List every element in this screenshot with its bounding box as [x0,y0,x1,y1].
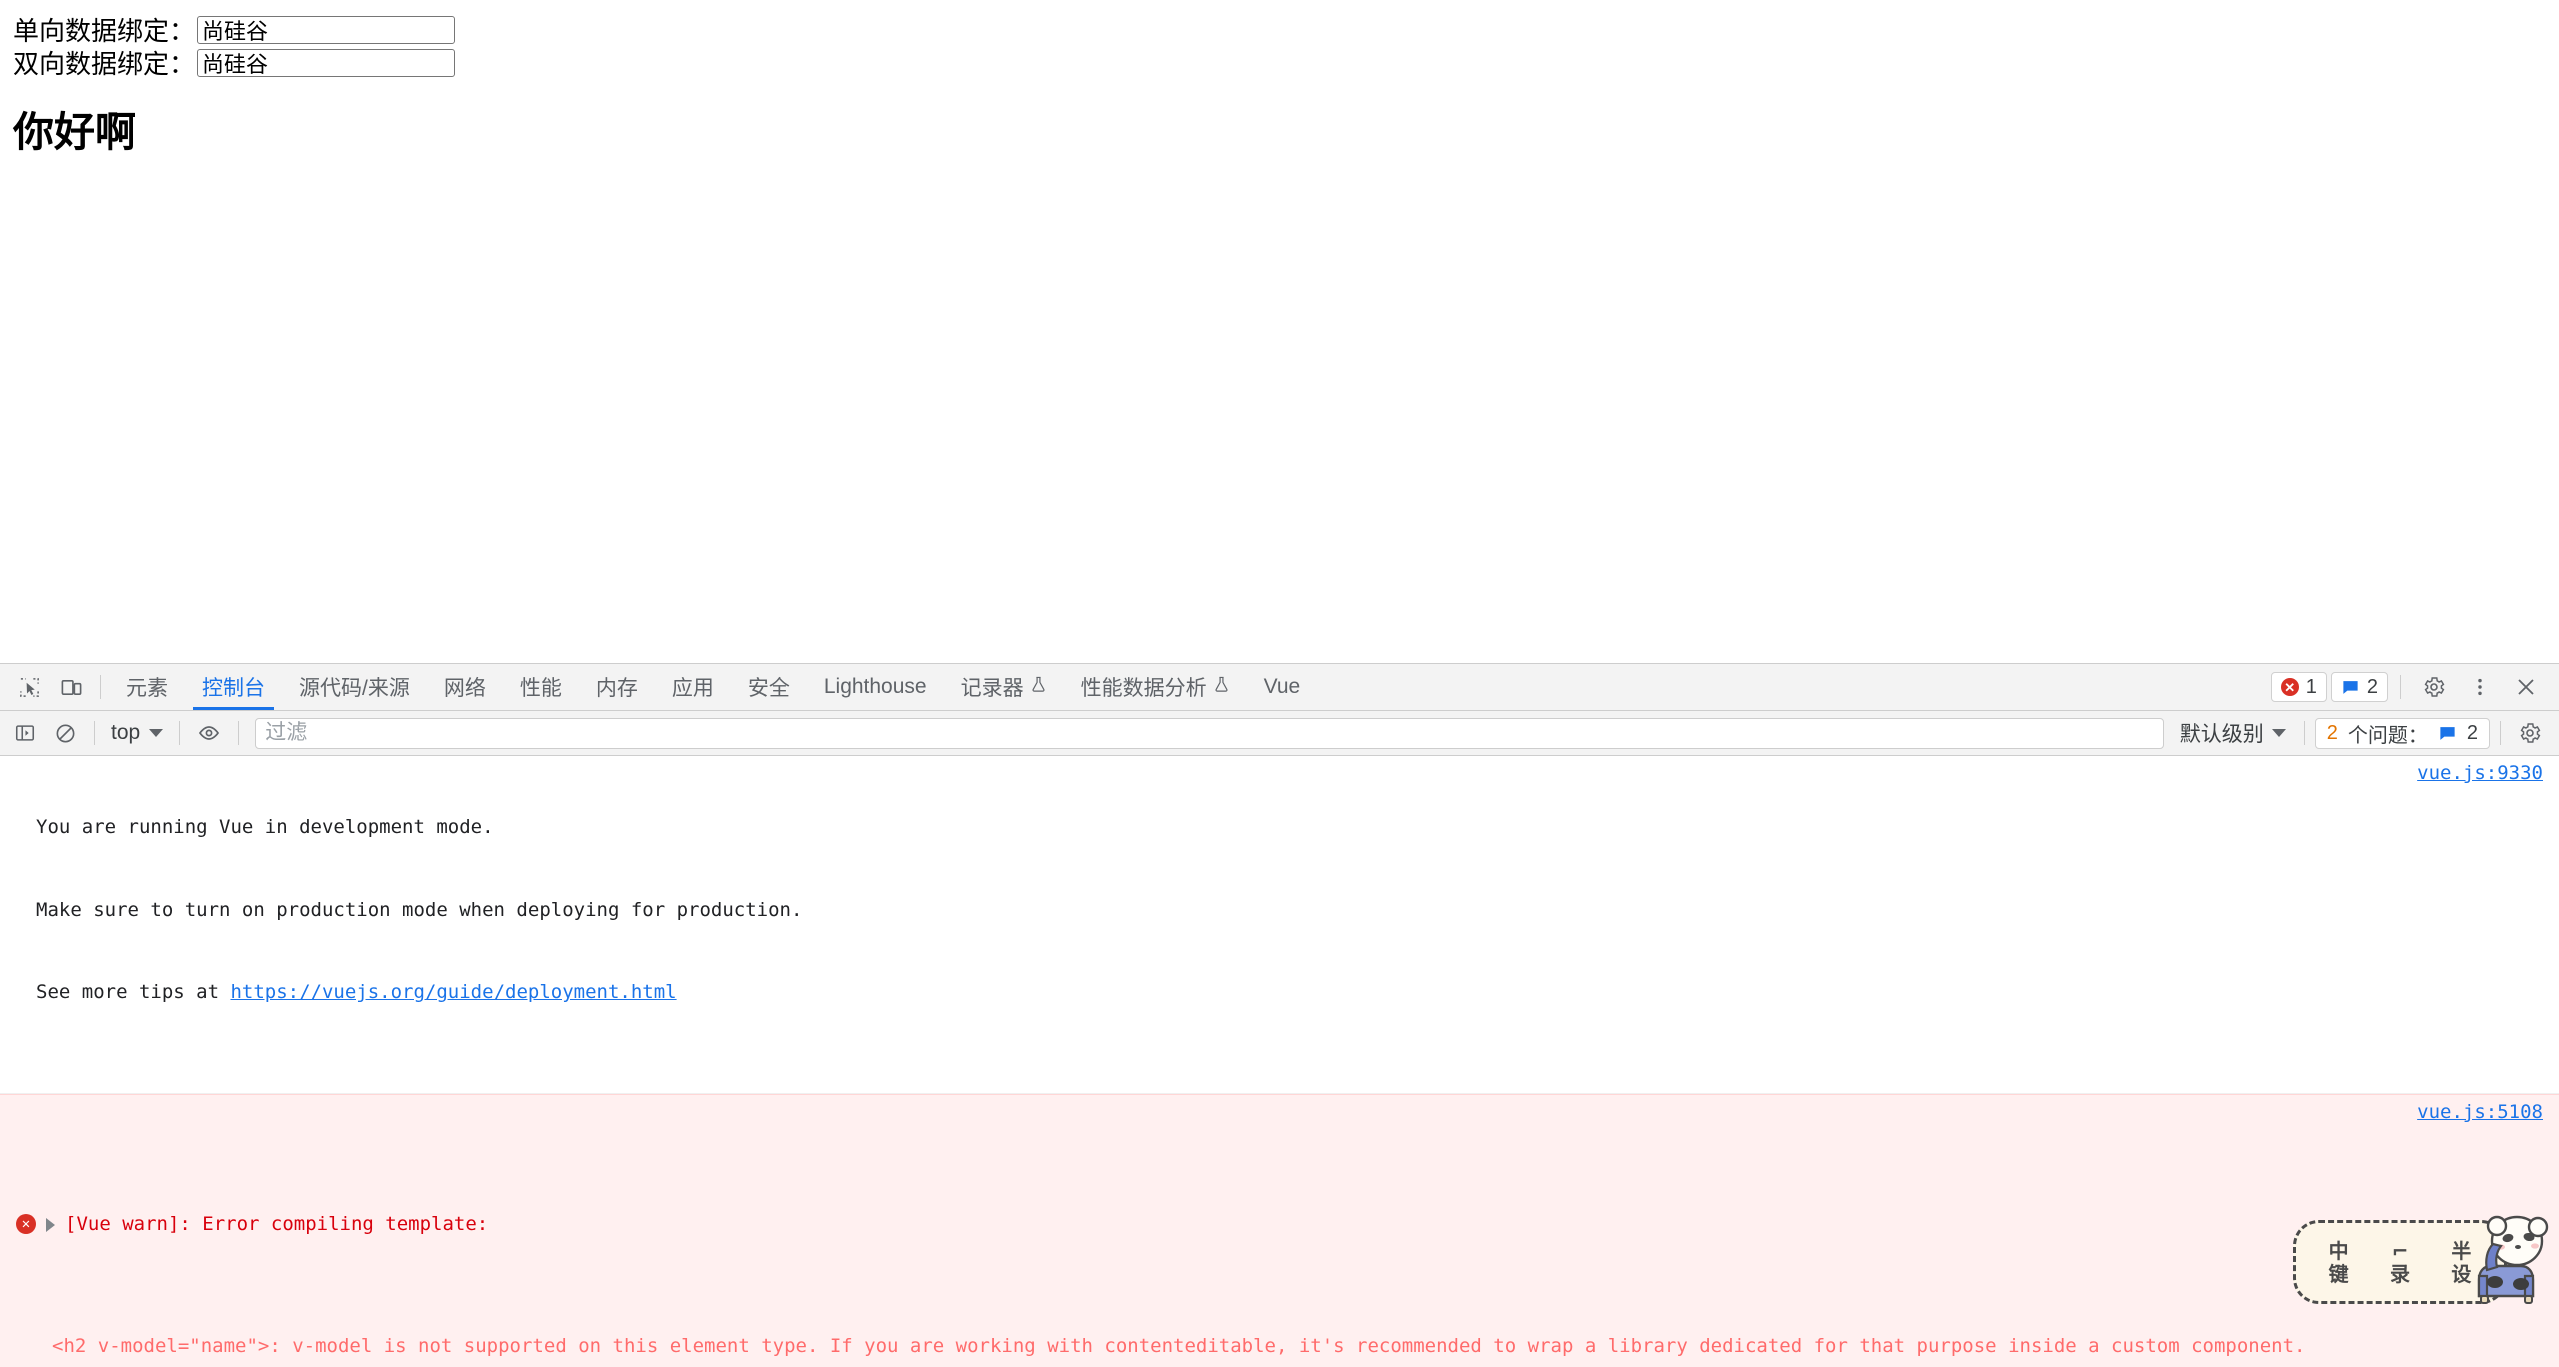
devtools-tabbar-right: ✕ 1 2 [2270,664,2559,710]
tab-内存[interactable]: 内存 [579,664,655,710]
close-devtools-icon[interactable] [2505,675,2547,699]
issues-label: 个问题： [2347,724,2428,747]
error-title: [Vue warn]: Error compiling template: [65,1212,489,1235]
filterbar-divider-2 [179,721,181,745]
info-line-2: Make sure to turn on production mode whe… [36,898,803,921]
error-count-value: 1 [2305,675,2317,698]
tab-性能数据分析[interactable]: 性能数据分析 [1064,664,1247,710]
error-circle-icon: ✕ [2280,678,2299,696]
tab-label: 性能数据分析 [1080,677,1207,700]
log-level-selector[interactable]: 默认级别 [2172,718,2294,748]
issues-count-value: 2 [2466,721,2478,744]
filterbar-divider-5 [2500,721,2501,745]
tab-应用[interactable]: 应用 [655,664,731,710]
filterbar-divider-1 [94,721,95,745]
tab-安全[interactable]: 安全 [731,664,807,710]
tab-label: Lighthouse [823,675,927,698]
console-message-error[interactable]: vue.js:5108 ✕ [Vue warn]: Error compilin… [0,1093,2559,1367]
device-toolbar-icon[interactable] [50,664,92,710]
execution-context-selector[interactable]: top [105,721,169,745]
clear-console-icon[interactable] [46,714,84,752]
filterbar-divider-3 [238,721,240,745]
two-way-binding-input[interactable] [197,48,456,77]
devtools-panel: 元素 控制台 源代码/来源 网络 性能 内存 应用 安全 Lighthouse 记录器 性能数据分析… [0,663,2559,1367]
error-header: ✕ [Vue warn]: Error compiling template: [16,1211,2389,1239]
error-detail-text: <h2 v-model="name">: v-model is not supp… [52,1334,2306,1357]
execution-context-label: top [111,721,141,744]
expand-error-triangle-icon[interactable] [46,1217,55,1232]
settings-gear-icon[interactable] [2413,675,2455,699]
tab-性能[interactable]: 性能 [503,664,579,710]
experimental-beaker-icon [1213,675,1230,700]
tab-控制台[interactable]: 控制台 [185,664,282,710]
tab-Vue[interactable]: Vue [1247,664,1318,710]
live-expression-eye-icon[interactable] [190,714,228,752]
tab-label: 网络 [443,677,486,700]
devtools-tab-list: 元素 控制台 源代码/来源 网络 性能 内存 应用 安全 Lighthouse 记录器 性能数据分析… [109,664,1317,710]
filterbar-divider-4 [2303,721,2305,745]
tab-label: Vue [1263,675,1301,698]
tab-源代码-来源[interactable]: 源代码/来源 [282,664,427,710]
console-sidebar-toggle-icon[interactable] [6,714,44,752]
tab-label: 应用 [671,677,714,700]
tab-label: 源代码/来源 [299,677,410,700]
info-line-3: See more tips at https://vuejs.org/guide… [36,979,2389,1007]
tab-label: 性能 [519,677,562,700]
info-line-1: You are running Vue in development mode. [36,816,494,839]
tab-label: 安全 [747,677,790,700]
console-filter-input[interactable] [255,717,2164,749]
experimental-beaker-icon [1030,675,1047,700]
tab-元素[interactable]: 元素 [109,664,185,710]
tab-label: 控制台 [202,677,265,700]
two-way-binding-row: 双向数据绑定： [13,46,2546,79]
log-level-label: 默认级别 [2179,723,2264,746]
message-count-value: 2 [2366,675,2378,698]
tab-label: 记录器 [960,677,1024,700]
source-link-info[interactable]: vue.js:9330 [2417,760,2543,788]
tabbar-right-divider [2400,675,2401,699]
console-message-list[interactable]: You are running Vue in development mode.… [0,756,2559,1367]
tab-Lighthouse[interactable]: Lighthouse [807,664,944,710]
more-options-icon[interactable] [2459,676,2501,698]
chevron-down-icon-levels [2271,729,2286,737]
tab-网络[interactable]: 网络 [427,664,503,710]
error-count-chip[interactable]: ✕ 1 [2270,672,2327,702]
console-message-info[interactable]: You are running Vue in development mode.… [0,756,2559,1094]
console-filter-toolbar: top 默认级别 2 个问题： 2 [0,711,2559,756]
tab-记录器[interactable]: 记录器 [944,664,1064,710]
page-heading: 你好啊 [13,109,136,155]
page-viewport: 单向数据绑定： 双向数据绑定： 你好啊 [0,0,2559,663]
issues-bubble-icon [2440,726,2455,740]
tab-label: 内存 [595,677,638,700]
message-bubble-icon [2343,680,2358,694]
tab-label: 元素 [126,677,168,700]
info-line-3-text: See more tips at [36,981,231,1004]
source-link-error[interactable]: vue.js:5108 [2417,1099,2543,1127]
inspect-element-icon[interactable] [8,664,50,710]
vuejs-deployment-link[interactable]: https://vuejs.org/guide/deployment.html [230,981,676,1003]
error-circle-icon-inline: ✕ [16,1213,36,1234]
issues-count-prefix: 2 [2326,721,2338,744]
one-way-binding-row: 单向数据绑定： [13,13,2546,46]
one-way-binding-label: 单向数据绑定： [13,16,196,46]
two-way-binding-label: 双向数据绑定： [13,49,196,79]
tabbar-divider [100,675,101,699]
chevron-down-icon [149,729,164,737]
one-way-binding-input[interactable] [197,15,456,44]
devtools-tabbar: 元素 控制台 源代码/来源 网络 性能 内存 应用 安全 Lighthouse 记录器 性能数据分析… [0,664,2559,711]
message-count-chip[interactable]: 2 [2330,672,2388,702]
console-settings-gear-icon[interactable] [2511,714,2549,752]
issues-chip[interactable]: 2 个问题： 2 [2314,717,2490,749]
